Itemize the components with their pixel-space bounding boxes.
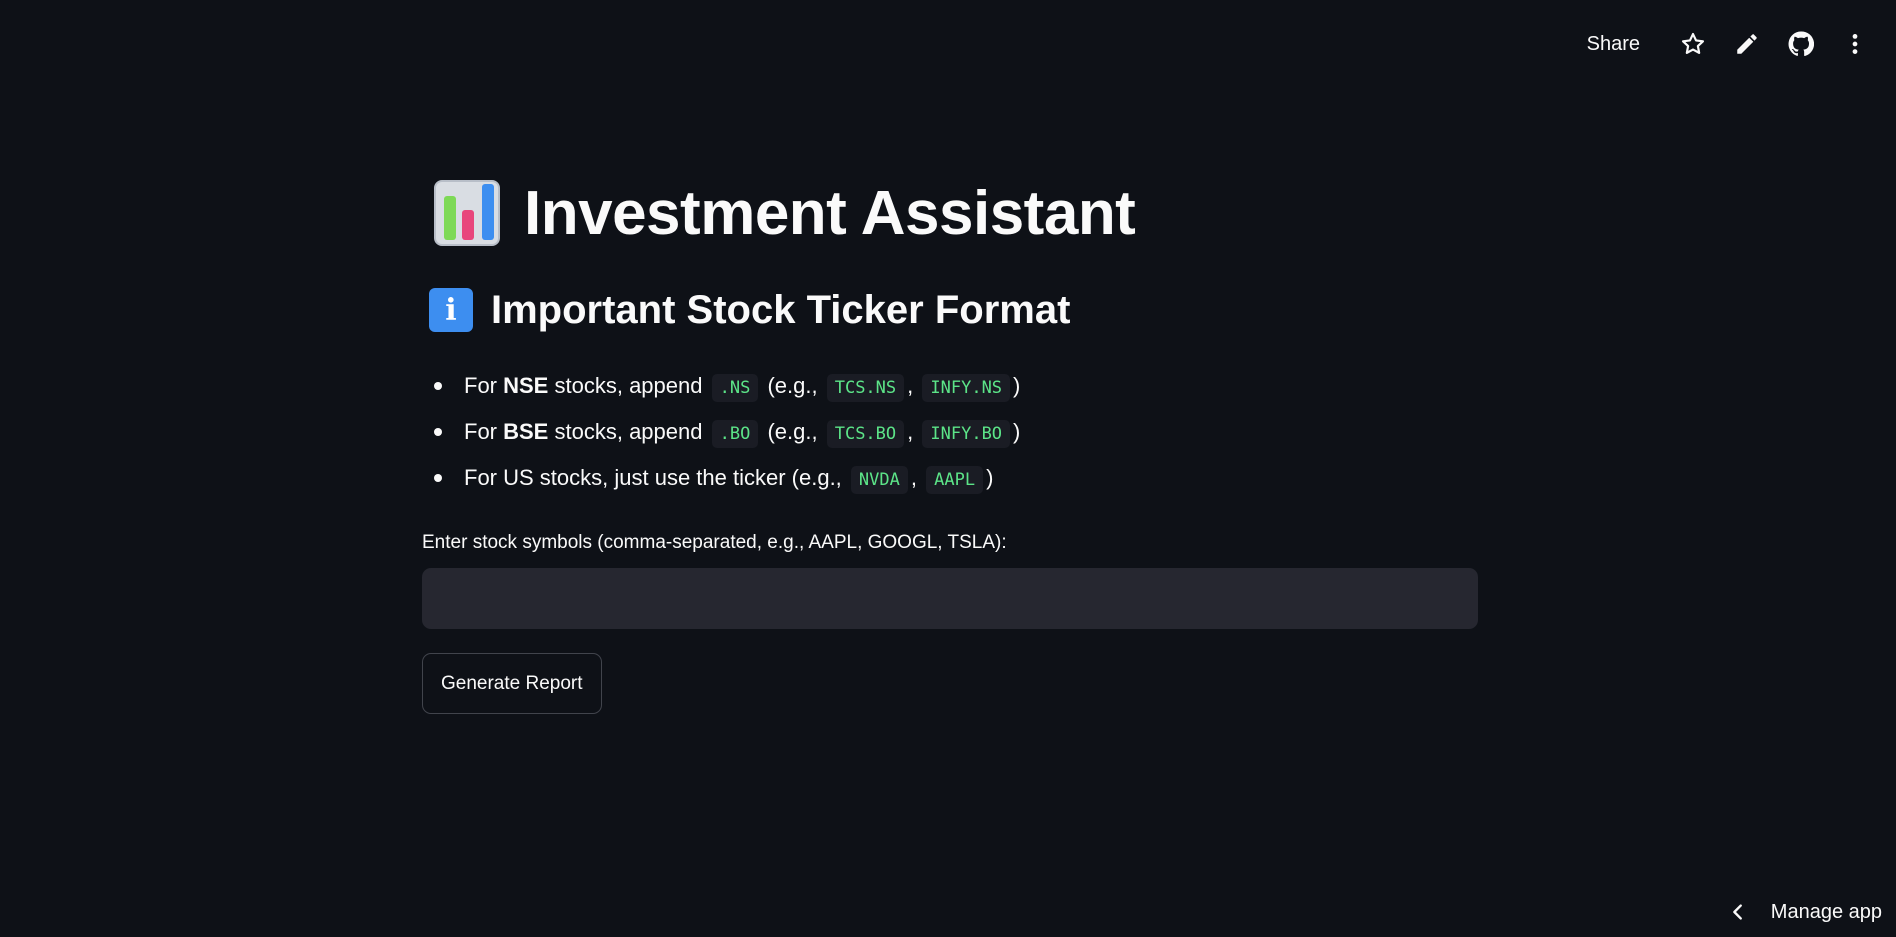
list-item: For BSE stocks, append .BO (e.g., TCS.BO… (428, 410, 1480, 456)
share-button[interactable]: Share (1587, 33, 1640, 56)
bar-chart-icon (434, 180, 500, 246)
stock-symbols-input[interactable] (422, 568, 1478, 629)
page-title: Investment Assistant (524, 178, 1136, 248)
manage-app-button[interactable]: Manage app (1727, 887, 1882, 937)
more-vertical-icon[interactable] (1840, 29, 1870, 59)
example-code: TCS.NS (826, 374, 905, 402)
github-icon[interactable] (1786, 29, 1816, 59)
manage-app-label: Manage app (1770, 900, 1882, 923)
example-code: INFY.NS (922, 374, 1011, 402)
stock-symbols-label: Enter stock symbols (comma-separated, e.… (422, 532, 1007, 553)
exchange-name: BSE (503, 419, 549, 444)
ticker-format-list: For NSE stocks, append .NS (e.g., TCS.NS… (428, 364, 1480, 502)
pencil-icon[interactable] (1732, 29, 1762, 59)
list-item: For US stocks, just use the ticker (e.g.… (428, 456, 1480, 502)
suffix-code: .NS (711, 374, 759, 402)
example-code: TCS.BO (826, 420, 905, 448)
star-icon[interactable] (1678, 29, 1708, 59)
chevron-left-icon (1732, 904, 1742, 920)
subtitle-row: i Important Stock Ticker Format (422, 280, 1480, 340)
main-content: Investment Assistant i Important Stock T… (422, 160, 1480, 714)
page-title-row: Investment Assistant (422, 160, 1480, 266)
example-code: AAPL (926, 466, 984, 494)
top-toolbar: Share (1587, 0, 1896, 88)
exchange-name: NSE (503, 373, 549, 398)
info-icon: i (429, 288, 473, 332)
suffix-code: .BO (711, 420, 759, 448)
example-code: NVDA (850, 466, 908, 494)
subtitle: Important Stock Ticker Format (491, 287, 1071, 332)
example-code: INFY.BO (922, 420, 1011, 448)
generate-report-button[interactable]: Generate Report (422, 653, 602, 714)
list-item: For NSE stocks, append .NS (e.g., TCS.NS… (428, 364, 1480, 410)
